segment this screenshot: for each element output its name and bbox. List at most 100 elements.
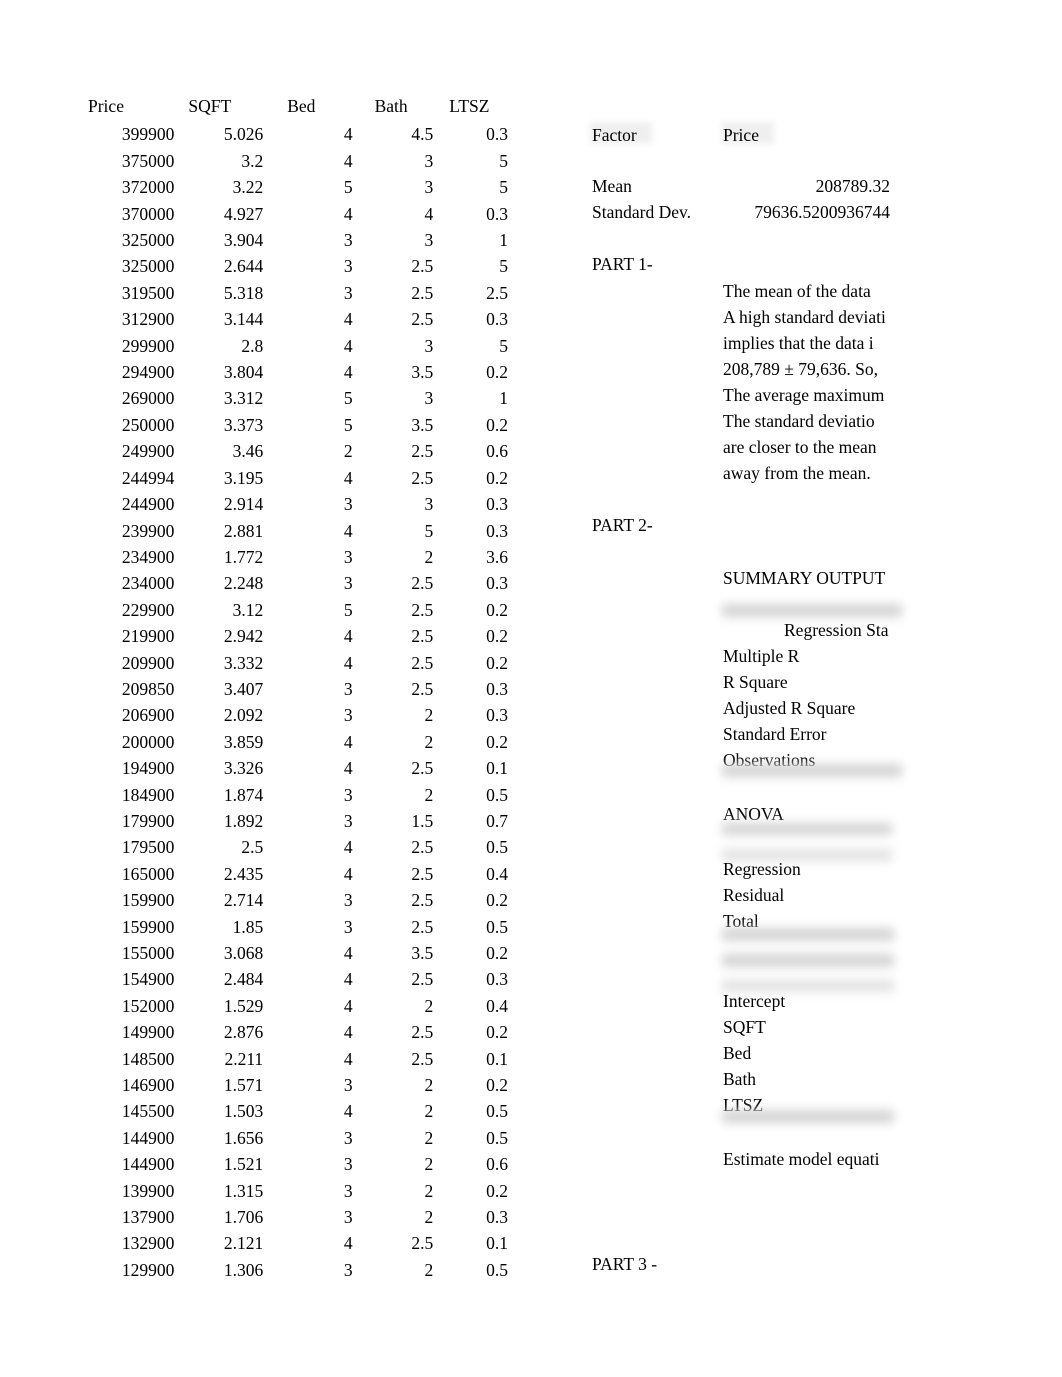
redacted-value-band <box>722 604 902 617</box>
cell-price: 244900 <box>121 494 175 515</box>
cell-sqft: 5.318 <box>223 282 264 303</box>
cell-price: 132900 <box>121 1233 175 1254</box>
cell-sqft: 3.407 <box>223 678 264 699</box>
cell-bath: 2.5 <box>411 890 434 911</box>
table-row: 159900 2.714 3 2.5 0.2 <box>88 887 508 913</box>
cell-sqft: 3.068 <box>223 943 264 963</box>
cell-price: 179500 <box>121 837 175 858</box>
cell-bath: 2.5 <box>411 626 434 647</box>
cell-bath: 3 <box>424 335 434 356</box>
cell-bath: 3 <box>424 388 434 409</box>
cell-price: 234000 <box>121 573 175 594</box>
cell-bed: 4 <box>343 520 353 541</box>
column-header-bath: Bath <box>374 96 408 116</box>
table-row: 234000 2.248 3 2.5 0.3 <box>88 570 508 596</box>
cell-bath: 2.5 <box>411 863 434 884</box>
cell-bed: 5 <box>343 599 353 620</box>
cell-bath: 3 <box>424 494 434 515</box>
cell-sqft: 3.312 <box>223 388 264 409</box>
cell-sqft: 3.804 <box>223 362 264 383</box>
cell-price: 165000 <box>121 863 175 884</box>
table-row: 319500 5.318 3 2.5 2.5 <box>88 280 508 306</box>
cell-ltsz: 0.2 <box>486 626 508 647</box>
cell-price: 154900 <box>121 969 175 990</box>
cell-price: 144900 <box>121 1154 175 1175</box>
cell-bed: 4 <box>343 362 353 383</box>
cell-price: 148500 <box>121 1048 175 1069</box>
table-row: 137900 1.706 3 2 0.3 <box>88 1204 508 1230</box>
column-header-price: Price <box>88 96 124 116</box>
table-row: 325000 2.644 3 2.5 5 <box>88 253 508 279</box>
cell-bath: 2 <box>424 784 434 805</box>
mean-label: Mean <box>592 176 632 196</box>
cell-price: 209900 <box>121 652 175 673</box>
table-row: 375000 3.2 4 3 5 <box>88 148 508 174</box>
cell-bed: 3 <box>343 546 353 567</box>
standard-dev-label: Standard Dev. <box>592 202 691 222</box>
cell-sqft: 2.121 <box>223 1233 264 1254</box>
part3-heading: PART 3 - <box>592 1254 658 1274</box>
cell-ltsz: 0.3 <box>486 678 508 699</box>
cell-ltsz: 0.3 <box>486 1207 508 1228</box>
cell-ltsz: 0.3 <box>486 124 508 145</box>
cell-bed: 4 <box>343 626 353 647</box>
cell-price: 184900 <box>121 784 175 805</box>
cell-price: 239900 <box>121 520 175 541</box>
cell-price: 145500 <box>121 1101 175 1122</box>
cell-ltsz: 0.3 <box>486 969 508 990</box>
table-body: 399900 5.026 4 4.5 0.3 375000 3.2 4 3 5 372000 3.22… <box>88 121 508 1283</box>
cell-sqft: 2.914 <box>223 494 264 515</box>
cell-sqft: 2.8 <box>241 335 264 356</box>
table-row: 184900 1.874 3 2 0.5 <box>88 782 508 808</box>
cell-sqft: 1.503 <box>223 1101 264 1122</box>
cell-price: 244994 <box>121 467 175 488</box>
document-page: Price SQFT Bed Bath LTSZ 399900 5.026 4 4.5… <box>0 0 1062 1377</box>
cell-bed: 4 <box>343 731 353 752</box>
cell-price: 312900 <box>121 309 175 330</box>
standard-dev-value: 79636.5200936744 <box>754 202 890 222</box>
cell-ltsz: 1 <box>499 230 508 251</box>
table-row: 206900 2.092 3 2 0.3 <box>88 702 508 728</box>
cell-price: 234900 <box>121 546 175 567</box>
cell-ltsz: 0.2 <box>486 1022 508 1043</box>
cell-sqft: 2.211 <box>224 1048 264 1069</box>
cell-bath: 2 <box>424 731 434 752</box>
cell-bath: 2 <box>424 705 434 726</box>
cell-price: 159900 <box>121 890 175 911</box>
cell-sqft: 3.904 <box>223 230 264 251</box>
cell-ltsz: 0.1 <box>486 758 508 779</box>
table-row: 179900 1.892 3 1.5 0.7 <box>88 808 508 834</box>
cell-price: 249900 <box>121 441 175 462</box>
cell-bed: 3 <box>343 1127 353 1148</box>
cell-sqft: 3.22 <box>232 177 264 198</box>
cell-ltsz: 0.2 <box>486 652 508 673</box>
cell-ltsz: 0.2 <box>486 362 508 383</box>
cell-bath: 2.5 <box>411 1048 434 1069</box>
cell-bed: 3 <box>343 1180 353 1201</box>
cell-bath: 2.5 <box>411 652 434 673</box>
table-row: 144900 1.656 3 2 0.5 <box>88 1125 508 1151</box>
cell-bath: 2.5 <box>411 1233 434 1254</box>
part1-line-5: The average maximum <box>723 385 885 405</box>
redacted-value-band <box>722 764 902 777</box>
cell-ltsz: 0.2 <box>486 731 508 752</box>
cell-sqft: 2.714 <box>223 890 264 911</box>
cell-ltsz: 0.3 <box>486 573 508 594</box>
cell-price: 139900 <box>121 1180 175 1201</box>
cell-sqft: 1.656 <box>223 1127 264 1148</box>
cell-bed: 3 <box>343 494 353 515</box>
cell-bed: 4 <box>343 1022 353 1043</box>
cell-price: 372000 <box>121 177 175 198</box>
cell-ltsz: 5 <box>499 256 508 277</box>
cell-bed: 4 <box>343 1233 353 1254</box>
redacted-value-band <box>722 928 894 941</box>
part1-line-1: The mean of the data <box>723 281 871 301</box>
cell-price: 155000 <box>121 943 175 963</box>
cell-bath: 3 <box>424 230 434 251</box>
column-header-ltsz: LTSZ <box>449 96 490 116</box>
cell-ltsz: 0.5 <box>486 837 508 858</box>
cell-price: 144900 <box>121 1127 175 1148</box>
cell-sqft: 3.326 <box>223 758 264 779</box>
table-row: 239900 2.881 4 5 0.3 <box>88 518 508 544</box>
anova-regression-label: Regression <box>723 859 801 879</box>
